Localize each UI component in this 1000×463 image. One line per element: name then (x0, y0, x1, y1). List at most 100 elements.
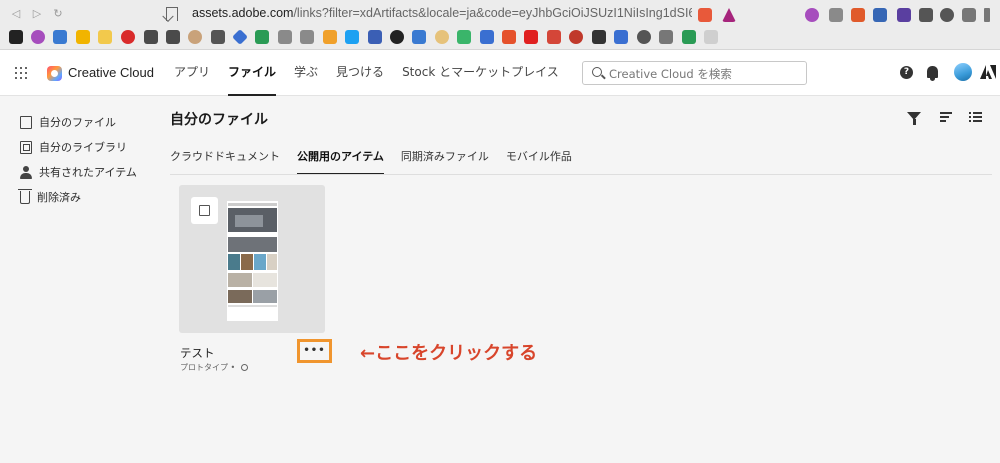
help-icon[interactable]: ? (900, 66, 913, 79)
file-tabs: クラウドドキュメント 公開用のアイテム 同期済みファイル モバイル作品 (170, 148, 589, 175)
app-switcher-icon[interactable] (15, 67, 27, 79)
file-name[interactable]: テスト (180, 345, 215, 361)
bookmark-twitter-icon[interactable] (345, 30, 359, 44)
extension-icon[interactable] (829, 8, 843, 22)
nav-stock[interactable]: Stock とマーケットプレイス (402, 50, 559, 96)
bookmark-icon[interactable] (569, 30, 583, 44)
notifications-bell-icon[interactable] (927, 66, 938, 81)
bookmark-icon[interactable] (659, 30, 673, 44)
bookmark-gmail-icon[interactable] (547, 30, 561, 44)
search-placeholder: Creative Cloud を検索 (609, 67, 732, 81)
tab-synced-files[interactable]: 同期済みファイル (401, 148, 489, 175)
sidebar-item-label: 自分のライブラリ (39, 141, 127, 154)
bookmark-wifi-icon[interactable] (278, 30, 292, 44)
extension-icon[interactable] (873, 8, 887, 22)
url-host: assets.adobe.com (192, 6, 294, 20)
bookmark-icon[interactable] (166, 7, 178, 21)
url-path: /links?filter=xdArtifacts&locale=ja&code… (293, 6, 692, 20)
bookmark-icon[interactable] (121, 30, 135, 44)
bookmark-icon[interactable] (480, 30, 494, 44)
reload-icon[interactable]: ↻ (50, 6, 66, 22)
bookmark-icon[interactable] (98, 30, 112, 44)
top-nav: アプリ ファイル 学ぶ 見つける Stock とマーケットプレイス (174, 50, 577, 96)
extension-icon[interactable] (897, 8, 911, 22)
menu-icon[interactable] (984, 8, 990, 22)
bookmark-icon[interactable] (368, 30, 382, 44)
bookmark-icon[interactable] (76, 30, 90, 44)
bookmark-icon[interactable] (232, 29, 248, 45)
file-icon (20, 115, 32, 129)
bookmark-database-icon[interactable] (614, 30, 628, 44)
wallet-icon[interactable] (962, 8, 976, 22)
brave-rewards-icon[interactable] (722, 8, 736, 22)
file-meta: プロトタイプ • (180, 362, 248, 373)
extensions-puzzle-icon[interactable] (919, 8, 933, 22)
more-options-button[interactable]: ••• (297, 339, 332, 363)
bookmark-brave-icon[interactable] (502, 30, 516, 44)
creative-cloud-logo-icon[interactable] (47, 66, 62, 81)
back-icon[interactable]: ◁ (8, 6, 24, 22)
address-bar-row: ◁ ▷ ↻ assets.adobe.com/links?filter=xdAr… (0, 3, 1000, 27)
file-card-thumbnail[interactable] (179, 185, 325, 333)
nav-discover[interactable]: 見つける (336, 50, 384, 96)
bookmark-drive-icon[interactable] (255, 30, 269, 44)
bookmark-folder-icon[interactable] (704, 30, 718, 44)
tab-published[interactable]: 公開用のアイテム (297, 148, 384, 175)
prototype-preview-image (227, 201, 278, 321)
page-title: 自分のファイル (170, 112, 268, 128)
list-view-icon[interactable] (969, 112, 983, 124)
tabs-divider (170, 174, 992, 175)
sidebar-item-my-libraries[interactable]: 自分のライブラリ (20, 137, 127, 157)
select-checkbox[interactable] (191, 197, 218, 224)
bookmark-calendar-icon[interactable] (53, 30, 67, 44)
sidebar: 自分のファイル 自分のライブラリ 共有されたアイテム 削除済み (0, 97, 150, 463)
bookmark-icon[interactable] (435, 30, 449, 44)
bookmark-add-icon[interactable] (682, 30, 696, 44)
bookmark-github-icon[interactable] (390, 30, 404, 44)
tab-cloud-documents[interactable]: クラウドドキュメント (170, 148, 280, 175)
bookmark-icon[interactable] (592, 30, 606, 44)
app-header: Creative Cloud アプリ ファイル 学ぶ 見つける Stock とマ… (0, 50, 1000, 96)
trash-icon (18, 188, 32, 204)
file-type: プロトタイプ (180, 363, 228, 372)
search-icon (592, 67, 602, 77)
sidebar-item-deleted[interactable]: 削除済み (18, 187, 81, 207)
bookmark-analytics-icon[interactable] (323, 30, 337, 44)
app-title[interactable]: Creative Cloud (68, 65, 154, 80)
forward-icon[interactable]: ▷ (29, 6, 45, 22)
shared-icon (20, 165, 32, 179)
extension-icon[interactable] (805, 8, 819, 22)
bookmark-avatar-icon[interactable] (188, 30, 202, 44)
search-input[interactable]: Creative Cloud を検索 (582, 61, 807, 85)
browser-chrome: ◁ ▷ ↻ assets.adobe.com/links?filter=xdAr… (0, 0, 1000, 50)
bookmark-icon[interactable] (637, 30, 651, 44)
bookmark-youtube-icon[interactable] (524, 30, 538, 44)
bookmark-icon[interactable] (31, 30, 45, 44)
nav-files[interactable]: ファイル (228, 50, 277, 96)
extension-icon[interactable] (851, 8, 865, 22)
bookmark-laptop-icon[interactable] (166, 30, 180, 44)
bookmark-icon[interactable] (412, 30, 426, 44)
adobe-logo-icon[interactable] (980, 64, 996, 80)
sidebar-item-shared[interactable]: 共有されたアイテム (20, 162, 137, 182)
sort-icon[interactable] (940, 112, 954, 124)
sidebar-item-label: 削除済み (37, 191, 81, 204)
brave-shield-icon[interactable] (698, 8, 712, 22)
avatar[interactable] (954, 63, 972, 81)
library-icon (20, 140, 32, 154)
nav-learn[interactable]: 学ぶ (294, 50, 318, 96)
bookmark-icon[interactable] (457, 30, 471, 44)
bookmarks-bar (0, 29, 1000, 47)
annotation-callout: ←ここをクリックする (360, 343, 538, 364)
profile-icon[interactable] (940, 8, 954, 22)
nav-apps[interactable]: アプリ (174, 50, 210, 96)
bookmark-icon[interactable] (211, 30, 225, 44)
sidebar-item-label: 共有されたアイテム (39, 166, 137, 179)
bookmark-notion-icon[interactable] (9, 30, 23, 44)
sidebar-item-my-files[interactable]: 自分のファイル (20, 112, 116, 132)
bookmark-wifi-icon[interactable] (300, 30, 314, 44)
bookmark-laptop-icon[interactable] (144, 30, 158, 44)
filter-icon[interactable] (907, 112, 921, 125)
tab-mobile-creations[interactable]: モバイル作品 (506, 148, 572, 175)
url-field[interactable]: assets.adobe.com/links?filter=xdArtifact… (192, 6, 692, 20)
